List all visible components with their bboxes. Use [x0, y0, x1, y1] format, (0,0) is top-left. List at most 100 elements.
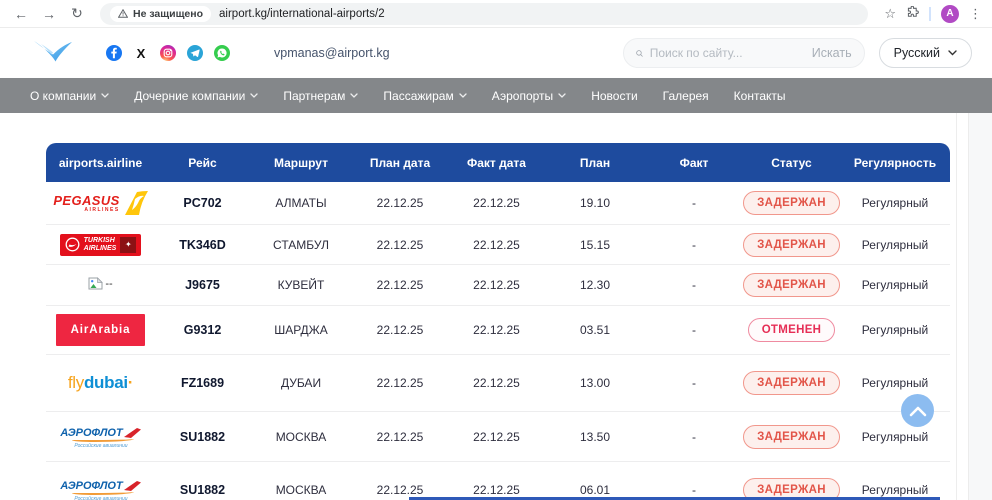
airline-logo-cell: -- [46, 277, 155, 293]
pegasus-airlines-logo: PEGASUSAIRLINES [53, 191, 147, 215]
airport-bird-logo[interactable] [32, 40, 74, 67]
column-header: План дата [352, 156, 448, 170]
nav-item-label: О компании [30, 89, 96, 103]
flight-row: --J9675КУВЕЙТ22.12.2522.12.2512.30-ЗАДЕР… [46, 265, 950, 306]
regularity: Регулярный [840, 278, 950, 292]
facebook-icon[interactable] [106, 45, 122, 61]
regularity: Регулярный [840, 376, 950, 390]
fact-date: 22.12.25 [448, 238, 545, 252]
social-links: X [106, 45, 230, 61]
warning-triangle-icon [118, 9, 128, 18]
aeroflot-logo: АЭРОФЛОТРоссийские авиалинии [60, 480, 140, 500]
flight-row: AirArabiaG9312ШАРДЖА22.12.2522.12.2503.5… [46, 306, 950, 355]
bookmark-star-icon[interactable]: ☆ [884, 6, 896, 22]
regularity: Регулярный [840, 430, 950, 444]
fact-date: 22.12.25 [448, 196, 545, 210]
fact-date: 22.12.25 [448, 483, 545, 497]
flydubai-logo: flydubai· [68, 373, 133, 392]
chevron-down-icon [558, 93, 566, 98]
status-cell: ЗАДЕРЖАН [743, 191, 840, 215]
regularity: Регулярный [840, 323, 950, 337]
main-nav: О компании Дочерние компании Партнерам Пасс… [0, 78, 992, 113]
chevron-down-icon [948, 50, 957, 56]
plan-time: 15.15 [545, 238, 645, 252]
nav-item-2[interactable]: Дочерние компании [134, 89, 258, 103]
aeroflot-swoosh [72, 490, 134, 495]
chevron-up-icon [908, 405, 928, 417]
flight-number: TK346D [155, 238, 250, 252]
fact-time: - [645, 278, 743, 292]
column-header: Рейс [155, 156, 250, 170]
status-badge: ЗАДЕРЖАН [743, 191, 840, 215]
reload-icon[interactable]: ↻ [66, 5, 88, 22]
fact-date: 22.12.25 [448, 323, 545, 337]
nav-item-4[interactable]: Пассажирам [383, 89, 466, 103]
plan-date: 22.12.25 [352, 196, 448, 210]
nav-item-label: Пассажирам [383, 89, 453, 103]
fact-time: - [645, 238, 743, 252]
status-badge: ЗАДЕРЖАН [743, 371, 840, 395]
flight-number: J9675 [155, 278, 250, 292]
nav-item-label: Партнерам [283, 89, 345, 103]
flight-number: FZ1689 [155, 376, 250, 390]
url-text: airport.kg/international-airports/2 [219, 8, 385, 20]
search-button[interactable]: Искать [812, 46, 852, 60]
flight-row: АЭРОФЛОТРоссийские авиалинииSU1882МОСКВА… [46, 412, 950, 462]
nav-item-5[interactable]: Аэропорты [492, 89, 566, 103]
language-selector[interactable]: Русский [879, 38, 972, 68]
extensions-icon[interactable] [906, 6, 919, 22]
nav-item-label: Галерея [663, 89, 709, 103]
plan-date: 22.12.25 [352, 278, 448, 292]
address-bar[interactable]: Не защищено airport.kg/international-air… [100, 3, 868, 25]
regularity: Регулярный [840, 483, 950, 497]
fact-date: 22.12.25 [448, 376, 545, 390]
nav-item-6[interactable]: Новости [591, 89, 637, 103]
profile-avatar[interactable]: A [941, 5, 959, 23]
page-gutter [968, 113, 992, 500]
route: МОСКВА [250, 483, 352, 497]
nav-item-1[interactable]: О компании [30, 89, 109, 103]
nav-item-3[interactable]: Партнерам [283, 89, 358, 103]
back-icon[interactable]: ← [10, 6, 32, 22]
menu-kebab-icon[interactable]: ⋮ [969, 6, 982, 22]
airline-logo-cell: АЭРОФЛОТРоссийские авиалинии [46, 478, 155, 500]
whatsapp-icon[interactable] [214, 45, 230, 61]
contact-email[interactable]: vpmanas@airport.kg [274, 46, 390, 60]
status-cell: ЗАДЕРЖАН [743, 371, 840, 395]
plan-date: 22.12.25 [352, 430, 448, 444]
flight-row: АЭРОФЛОТРоссийские авиалинииSU1882МОСКВА… [46, 462, 950, 500]
telegram-icon[interactable] [187, 45, 203, 61]
scroll-to-top-button[interactable] [901, 394, 934, 427]
security-chip[interactable]: Не защищено [110, 6, 211, 22]
aeroflot-swoosh [72, 437, 134, 442]
route: ШАРДЖА [250, 323, 352, 337]
nav-item-7[interactable]: Галерея [663, 89, 709, 103]
star-mark-icon: ✦ [120, 237, 136, 253]
regularity: Регулярный [840, 238, 950, 252]
plan-time: 13.00 [545, 376, 645, 390]
status-cell: ЗАДЕРЖАН [743, 273, 840, 297]
table-header-row: airports.airlineРейсМаршрутПлан датаФакт… [46, 143, 950, 182]
broken-image-icon: -- [88, 277, 112, 290]
chevron-down-icon [101, 93, 109, 98]
status-badge: ЗАДЕРЖАН [743, 425, 840, 449]
x-twitter-icon[interactable]: X [133, 45, 149, 61]
route: МОСКВА [250, 430, 352, 444]
nav-item-label: Контакты [734, 89, 786, 103]
status-cell: ЗАДЕРЖАН [743, 233, 840, 257]
table-body: PEGASUSAIRLINESPC702АЛМАТЫ22.12.2522.12.… [46, 182, 950, 500]
toolbar-divider [929, 7, 931, 21]
status-cell: ЗАДЕРЖАН [743, 425, 840, 449]
chevron-down-icon [459, 93, 467, 98]
fact-time: - [645, 196, 743, 210]
fact-date: 22.12.25 [448, 430, 545, 444]
status-badge: ОТМЕНЕН [748, 318, 836, 342]
search-input[interactable] [650, 46, 805, 60]
flight-number: G9312 [155, 323, 250, 337]
fact-time: - [645, 430, 743, 444]
nav-item-8[interactable]: Контакты [734, 89, 786, 103]
airline-logo-cell: flydubai· [46, 373, 155, 393]
instagram-icon[interactable] [160, 45, 176, 61]
flight-row: TURKISHAIRLINES✦TK346DСТАМБУЛ22.12.2522.… [46, 225, 950, 265]
forward-icon[interactable]: → [38, 6, 60, 22]
